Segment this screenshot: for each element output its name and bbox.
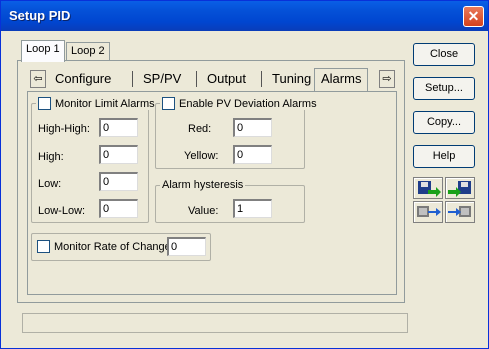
hysteresis-title: Alarm hysteresis xyxy=(160,179,246,191)
hysteresis-value-label: Value: xyxy=(188,205,219,217)
low-low-label: Low-Low: xyxy=(38,205,86,217)
rate-of-change-checkbox[interactable] xyxy=(37,240,50,253)
send-button[interactable] xyxy=(413,201,443,223)
low-low-field[interactable]: 0 xyxy=(99,199,138,218)
scroll-right-icon[interactable]: ⇨ xyxy=(379,70,395,88)
download-icon xyxy=(448,181,471,197)
close-button[interactable]: Close xyxy=(413,43,475,66)
subtab-tuning[interactable]: Tuning xyxy=(272,69,311,89)
high-label: High: xyxy=(38,151,64,163)
title-bar: Setup PID ✕ xyxy=(1,1,488,31)
subtab-strip: ⇦ Configure SP/PV Output Tuning Alarms ⇨ xyxy=(28,68,396,91)
limit-alarms-checkbox[interactable] xyxy=(38,97,51,110)
hysteresis-group: Alarm hysteresis xyxy=(155,179,305,223)
tab-loop-2-label: Loop 2 xyxy=(71,45,105,57)
deviation-alarms-group: Enable PV Deviation Alarms xyxy=(155,97,319,169)
status-bar xyxy=(22,313,408,333)
low-label: Low: xyxy=(38,178,62,190)
subtab-output[interactable]: Output xyxy=(207,69,246,89)
upload-icon xyxy=(418,181,441,197)
close-window-icon[interactable]: ✕ xyxy=(463,6,484,27)
yellow-field[interactable]: 0 xyxy=(233,145,272,164)
rate-of-change-header[interactable]: Monitor Rate of Change: xyxy=(37,240,174,253)
copy-button[interactable]: Copy... xyxy=(413,111,475,134)
high-field[interactable]: 0 xyxy=(99,145,138,164)
high-high-field[interactable]: 0 xyxy=(99,118,138,137)
tab-loop-1[interactable]: Loop 1 xyxy=(21,40,65,62)
subtab-sp-pv[interactable]: SP/PV xyxy=(143,69,181,89)
rate-of-change-label: Monitor Rate of Change: xyxy=(54,241,174,253)
help-button[interactable]: Help xyxy=(413,145,475,168)
low-field[interactable]: 0 xyxy=(99,172,138,191)
receive-icon xyxy=(448,206,471,217)
rate-of-change-field[interactable]: 0 xyxy=(167,237,206,256)
upload-button[interactable] xyxy=(413,177,443,199)
send-icon xyxy=(417,206,441,217)
limit-alarms-label: Monitor Limit Alarms xyxy=(55,98,155,110)
deviation-alarms-checkbox[interactable] xyxy=(162,97,175,110)
window-title: Setup PID xyxy=(9,8,71,23)
receive-button[interactable] xyxy=(445,201,475,223)
hysteresis-value-field[interactable]: 1 xyxy=(233,199,272,218)
tab-loop-1-label: Loop 1 xyxy=(26,43,60,55)
setup-button[interactable]: Setup... xyxy=(413,77,475,100)
high-high-label: High-High: xyxy=(38,123,90,135)
deviation-alarms-label: Enable PV Deviation Alarms xyxy=(179,98,317,110)
divider xyxy=(196,71,197,87)
limit-alarms-header[interactable]: Monitor Limit Alarms xyxy=(36,97,157,110)
deviation-alarms-header[interactable]: Enable PV Deviation Alarms xyxy=(160,97,319,110)
red-field[interactable]: 0 xyxy=(233,118,272,137)
setup-pid-window: Setup PID ✕ Loop 1 Loop 2 ⇦ Configure SP… xyxy=(0,0,489,349)
tab-loop-2[interactable]: Loop 2 xyxy=(66,42,110,62)
download-button[interactable] xyxy=(445,177,475,199)
yellow-label: Yellow: xyxy=(184,150,219,162)
divider xyxy=(261,71,262,87)
red-label: Red: xyxy=(188,123,212,135)
scroll-left-icon[interactable]: ⇦ xyxy=(30,70,46,88)
subtab-configure[interactable]: Configure xyxy=(55,69,111,89)
subtab-alarms[interactable]: Alarms xyxy=(314,68,369,91)
divider xyxy=(132,71,133,87)
